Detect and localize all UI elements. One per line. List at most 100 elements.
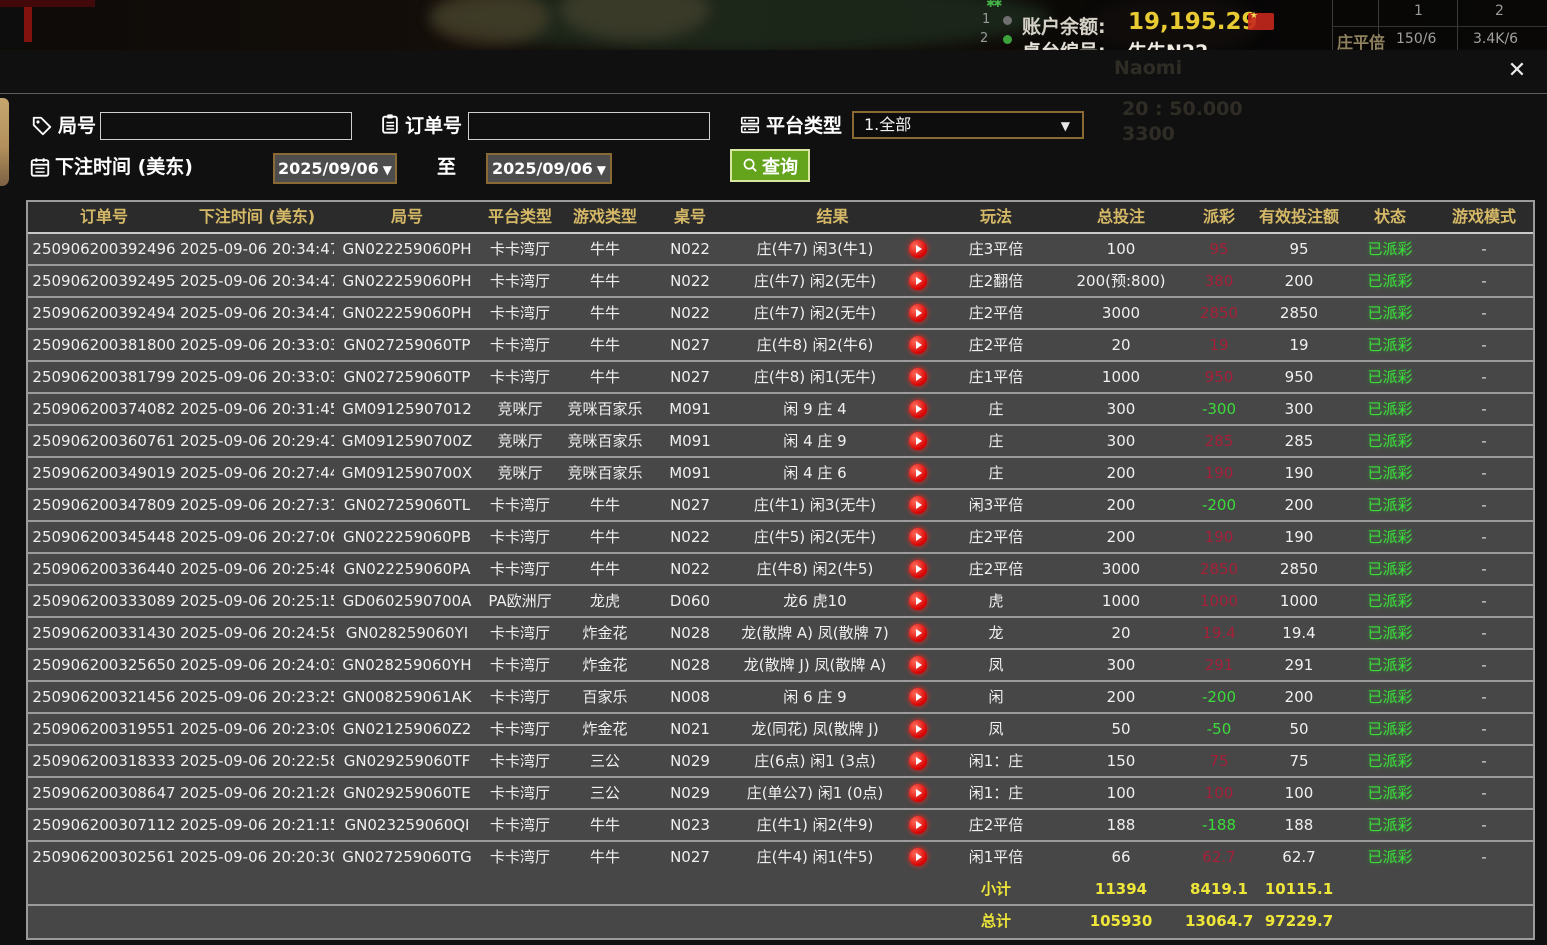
- replay-play-icon[interactable]: [909, 304, 927, 322]
- cell-replay: [900, 842, 935, 872]
- col-header-table-no: 桌号: [650, 202, 730, 232]
- cell-play: 庄2平倍: [935, 330, 1057, 360]
- cell-order-id: 250906200349019: [28, 458, 180, 488]
- platform-type-value: 1.全部: [864, 115, 911, 134]
- cell-valid-bet: 2850: [1253, 554, 1345, 584]
- replay-play-icon[interactable]: [909, 400, 927, 418]
- cell-order-id: 250906200374082: [28, 394, 180, 424]
- table-row: 250906200319551 2025-09-06 20:23:09 GN02…: [28, 714, 1533, 746]
- replay-play-icon[interactable]: [909, 752, 927, 770]
- cell-table-no: M091: [650, 426, 730, 456]
- balance-value: 19,195.29: [1128, 9, 1258, 35]
- cell-game-type: 三公: [560, 778, 650, 808]
- col-header-order-id: 订单号: [28, 202, 180, 232]
- cell-payout: 75: [1185, 746, 1253, 776]
- cell-result: 庄(牛1) 闲3(无牛): [730, 490, 900, 520]
- replay-play-icon[interactable]: [909, 336, 927, 354]
- platform-type-label: 平台类型: [766, 112, 842, 140]
- cell-bet-time: 2025-09-06 20:33:03: [180, 362, 334, 392]
- cell-platform: 卡卡湾厅: [480, 298, 560, 328]
- cell-play: 闲1平倍: [935, 842, 1057, 872]
- search-button[interactable]: 查询: [730, 149, 810, 182]
- cell-round-id: GN022259060PH: [334, 298, 480, 328]
- replay-play-icon[interactable]: [909, 592, 927, 610]
- cell-replay: [900, 650, 935, 680]
- cell-result: 龙(散牌 A) 凤(散牌 7): [730, 618, 900, 648]
- cell-game-type: 百家乐: [560, 682, 650, 712]
- replay-play-icon[interactable]: [909, 496, 927, 514]
- replay-play-icon[interactable]: [909, 848, 927, 866]
- cell-total-bet: 300: [1057, 426, 1185, 456]
- cell-game-type: 牛牛: [560, 842, 650, 872]
- cell-payout: 1000: [1185, 586, 1253, 616]
- replay-play-icon[interactable]: [909, 656, 927, 674]
- cell-total-bet: 20: [1057, 330, 1185, 360]
- bet-history-dialog: Naomi 20 : 50.000 3300 ✕ 局号 订单号: [0, 50, 1547, 945]
- cell-total-bet: 300: [1057, 394, 1185, 424]
- replay-play-icon[interactable]: [909, 464, 927, 482]
- replay-play-icon[interactable]: [909, 560, 927, 578]
- replay-play-icon[interactable]: [909, 272, 927, 290]
- spacer: [28, 906, 935, 936]
- table-row: 250906200381799 2025-09-06 20:33:03 GN02…: [28, 362, 1533, 394]
- cell-valid-bet: 19.4: [1253, 618, 1345, 648]
- platform-type-select[interactable]: 1.全部 ▼: [852, 111, 1084, 139]
- cell-order-id: 250906200381800: [28, 330, 180, 360]
- replay-play-icon[interactable]: [909, 624, 927, 642]
- date-to-picker[interactable]: 2025/09/06▼: [486, 153, 612, 184]
- road-marker: ✱✱: [986, 0, 1000, 10]
- cell-play: 闲1：庄: [935, 746, 1057, 776]
- table-row: 250906200345448 2025-09-06 20:27:06 GN02…: [28, 522, 1533, 554]
- cell-game-type: 牛牛: [560, 266, 650, 296]
- cell-valid-bet: 200: [1253, 682, 1345, 712]
- cell-round-id: GN027259060TG: [334, 842, 480, 872]
- replay-play-icon[interactable]: [909, 688, 927, 706]
- col-header-payout: 派彩: [1185, 202, 1253, 232]
- cell-round-id: GN021259060Z2: [334, 714, 480, 744]
- cell-game-type: 牛牛: [560, 362, 650, 392]
- cell-platform: PA欧洲厅: [480, 586, 560, 616]
- cell-order-id: 250906200308647: [28, 778, 180, 808]
- round-number-label: 局号: [58, 112, 96, 140]
- replay-play-icon[interactable]: [909, 720, 927, 738]
- round-number-input[interactable]: [100, 112, 352, 140]
- order-number-input[interactable]: [468, 112, 710, 140]
- replay-play-icon[interactable]: [909, 784, 927, 802]
- cell-total-bet: 300: [1057, 650, 1185, 680]
- cell-bet-time: 2025-09-06 20:34:47: [180, 234, 334, 264]
- cell-platform: 卡卡湾厅: [480, 490, 560, 520]
- cell-status: 已派彩: [1345, 362, 1435, 392]
- cell-play: 闲: [935, 682, 1057, 712]
- cell-platform: 卡卡湾厅: [480, 362, 560, 392]
- replay-play-icon[interactable]: [909, 368, 927, 386]
- bg-ghost-text: Naomi: [1114, 57, 1182, 79]
- cell-bet-time: 2025-09-06 20:24:03: [180, 650, 334, 680]
- replay-play-icon[interactable]: [909, 816, 927, 834]
- cell-status: 已派彩: [1345, 810, 1435, 840]
- cell-order-id: 250906200307112: [28, 810, 180, 840]
- cell-valid-bet: 1000: [1253, 586, 1345, 616]
- replay-play-icon[interactable]: [909, 528, 927, 546]
- cell-game-mode: -: [1435, 330, 1533, 360]
- cell-valid-bet: 75: [1253, 746, 1345, 776]
- close-icon[interactable]: ✕: [1504, 58, 1530, 84]
- cell-game-mode: -: [1435, 522, 1533, 552]
- replay-play-icon[interactable]: [909, 432, 927, 450]
- cell-status: 已派彩: [1345, 842, 1435, 872]
- cell-bet-time: 2025-09-06 20:34:47: [180, 298, 334, 328]
- cell-game-type: 竞咪百家乐: [560, 426, 650, 456]
- cell-game-type: 牛牛: [560, 298, 650, 328]
- table-row: 250906200349019 2025-09-06 20:27:44 GM09…: [28, 458, 1533, 490]
- col-header-play: 玩法: [935, 202, 1057, 232]
- cell-replay: [900, 426, 935, 456]
- replay-play-icon[interactable]: [909, 240, 927, 258]
- cell-order-id: 250906200360761: [28, 426, 180, 456]
- table-row: 250906200308647 2025-09-06 20:21:28 GN02…: [28, 778, 1533, 810]
- date-from-picker[interactable]: 2025/09/06▼: [273, 153, 397, 184]
- road-row-number: 2: [980, 31, 988, 46]
- cell-platform: 卡卡湾厅: [480, 778, 560, 808]
- dim-overlay: [0, 0, 1547, 50]
- cell-status: 已派彩: [1345, 330, 1435, 360]
- bg-ghost-text: 20 : 50.000: [1122, 98, 1243, 120]
- cell-payout: -50: [1185, 714, 1253, 744]
